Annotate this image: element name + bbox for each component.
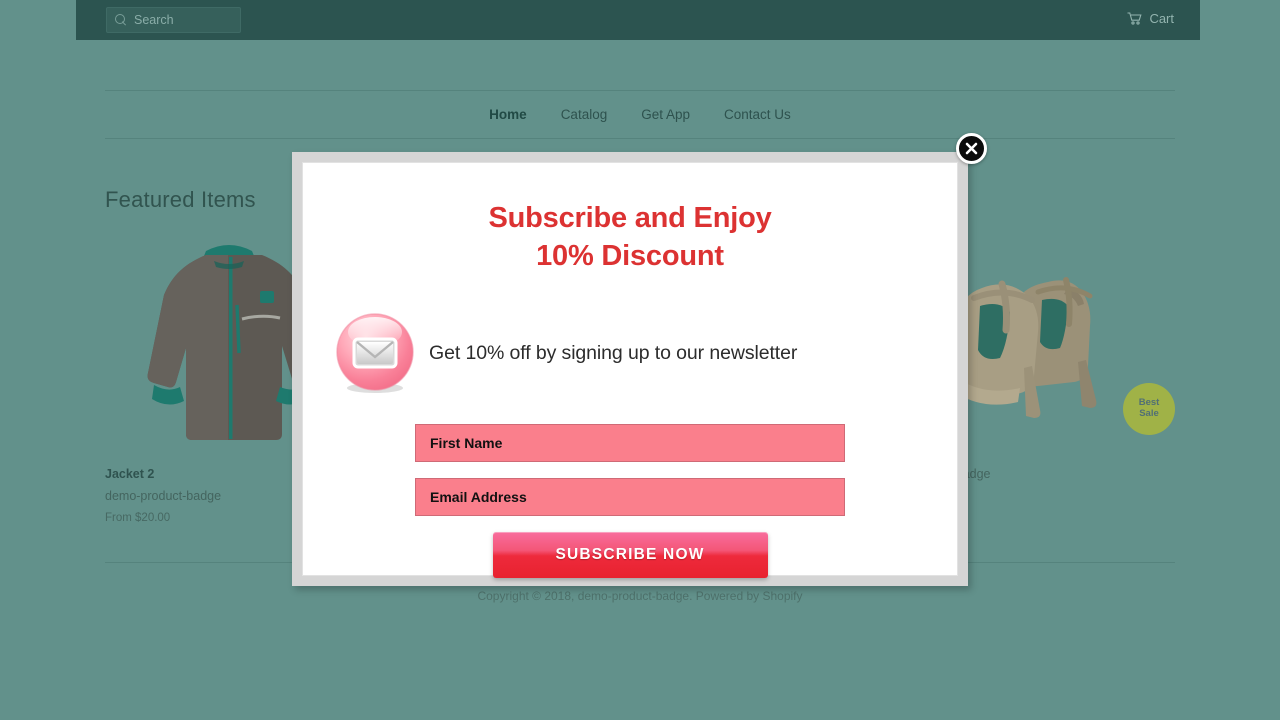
newsletter-modal-body: Subscribe and Enjoy 10% Discount Get 10%… (302, 162, 958, 578)
close-x-glyph (965, 142, 978, 155)
email-field[interactable] (430, 488, 844, 505)
submit-row: SUBSCRIBE NOW (415, 531, 845, 578)
first-name-input[interactable] (430, 434, 844, 451)
modal-headline-line2: 10% Discount (536, 240, 724, 273)
close-icon[interactable] (956, 133, 987, 164)
modal-headline: Subscribe and Enjoy 10% Discount (303, 163, 957, 276)
modal-headline-line1: Subscribe and Enjoy (488, 202, 772, 234)
newsletter-form: SUBSCRIBE NOW (303, 423, 957, 578)
first-name-field[interactable] (415, 423, 845, 462)
envelope-icon (333, 312, 417, 396)
email-address-field[interactable] (415, 477, 845, 516)
newsletter-modal: Subscribe and Enjoy 10% Discount Get 10%… (292, 152, 968, 586)
modal-subtext: Get 10% off by signing up to our newslet… (429, 342, 798, 365)
subscribe-button[interactable]: SUBSCRIBE NOW (492, 531, 768, 578)
modal-subtext-row: Get 10% off by signing up to our newslet… (303, 312, 957, 396)
newsletter-modal-overlay: Subscribe and Enjoy 10% Discount Get 10%… (0, 0, 1280, 720)
